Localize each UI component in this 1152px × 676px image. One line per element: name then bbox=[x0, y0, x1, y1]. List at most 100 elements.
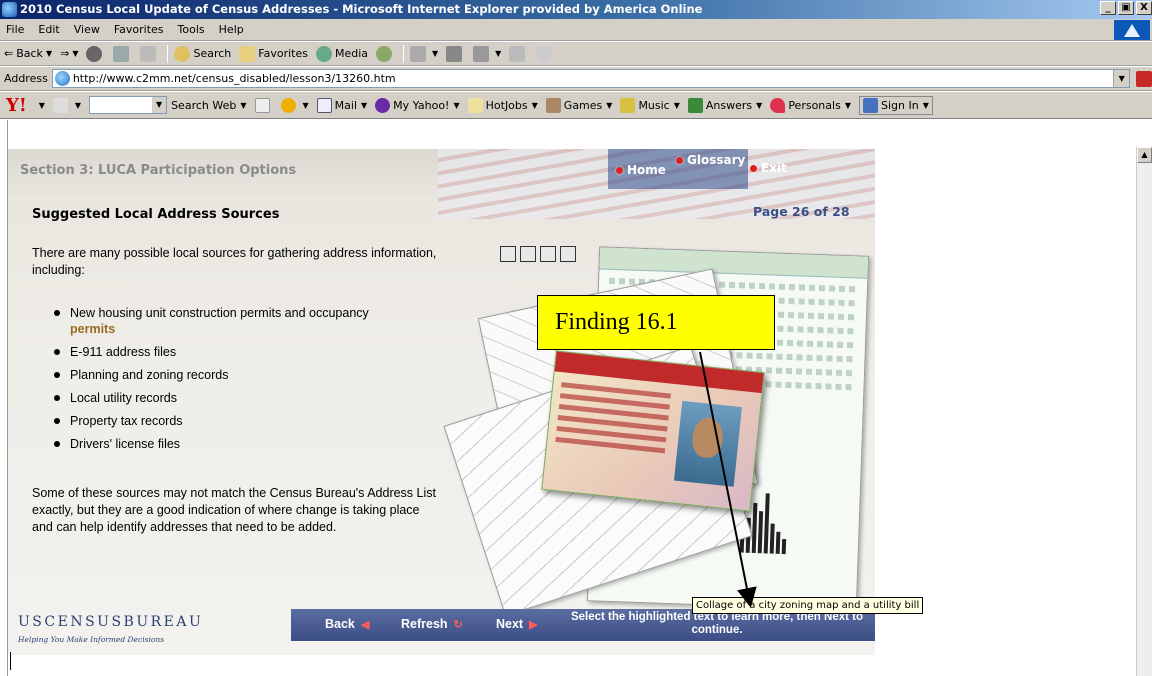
text-cursor bbox=[10, 652, 11, 670]
history-button[interactable] bbox=[376, 45, 395, 62]
personals-button[interactable]: Personals ▼ bbox=[770, 97, 851, 113]
discuss-button[interactable] bbox=[509, 45, 528, 62]
menu-tools[interactable]: Tools bbox=[178, 23, 205, 36]
sign-in-button[interactable]: Sign In ▼ bbox=[858, 95, 933, 115]
next-lesson-button[interactable]: Next ▶ bbox=[496, 617, 538, 631]
forward-button[interactable]: ⇒ ▼ bbox=[60, 47, 78, 60]
history-icon bbox=[376, 45, 393, 62]
acrobat-icon[interactable] bbox=[1136, 70, 1152, 87]
hotjobs-icon bbox=[467, 97, 483, 113]
games-icon bbox=[545, 97, 561, 113]
page-number: Page 26 of 28 bbox=[753, 204, 850, 219]
refresh-button[interactable] bbox=[113, 45, 132, 62]
hotjobs-button[interactable]: HotJobs ▼ bbox=[467, 97, 538, 113]
print-icon[interactable] bbox=[520, 246, 536, 262]
answers-label: Answers bbox=[705, 98, 753, 112]
highlighter-button[interactable]: ▼ bbox=[52, 97, 81, 113]
yahoo-search-input[interactable]: ▼ bbox=[89, 96, 168, 114]
email-icon[interactable] bbox=[540, 246, 556, 262]
pencil-icon bbox=[52, 97, 68, 113]
music-button[interactable]: Music ▼ bbox=[620, 97, 680, 113]
media-button[interactable]: Media bbox=[315, 45, 368, 62]
favorites-button[interactable]: Favorites bbox=[239, 45, 308, 62]
sign-in-label: Sign In bbox=[880, 98, 919, 112]
refresh-icon bbox=[113, 45, 130, 62]
antispy-button[interactable]: ▼ bbox=[280, 97, 309, 113]
menu-bar: File Edit View Favorites Tools Help bbox=[0, 19, 1152, 41]
page-heading: Suggested Local Address Sources bbox=[32, 207, 280, 222]
list-item-text: New housing unit construction permits an… bbox=[70, 306, 369, 320]
search-dropdown-icon[interactable]: ▼ bbox=[152, 97, 167, 113]
back-lesson-button[interactable]: Back ◀ bbox=[325, 617, 369, 631]
lesson-frame: Section 3: LUCA Participation Options Ho… bbox=[8, 149, 875, 655]
drivers-license-image bbox=[541, 350, 765, 512]
vertical-scrollbar[interactable]: ▲ bbox=[1136, 147, 1152, 676]
toolbar-separator bbox=[167, 44, 169, 63]
games-button[interactable]: Games ▼ bbox=[545, 97, 612, 113]
glossary-link[interactable]: Glossary bbox=[676, 153, 745, 167]
search-button[interactable]: Search bbox=[174, 45, 232, 62]
menu-view[interactable]: View bbox=[74, 23, 100, 36]
minimize-button[interactable]: _ bbox=[1100, 1, 1116, 15]
personals-label: Personals bbox=[788, 98, 841, 112]
menu-favorites[interactable]: Favorites bbox=[114, 23, 164, 36]
home-icon bbox=[140, 45, 157, 62]
list-item: Drivers' license files bbox=[52, 436, 452, 452]
list-item: Local utility records bbox=[52, 390, 452, 406]
menu-edit[interactable]: Edit bbox=[38, 23, 59, 36]
highlight-button[interactable] bbox=[254, 97, 273, 113]
scroll-up-icon[interactable]: ▲ bbox=[1137, 147, 1152, 163]
back-arrow-icon: ⇐ bbox=[4, 47, 14, 60]
address-label: Address bbox=[4, 72, 48, 85]
yahoo-menu-button[interactable]: ▼ bbox=[35, 101, 45, 110]
print-button[interactable] bbox=[446, 45, 465, 62]
menu-file[interactable]: File bbox=[6, 23, 24, 36]
save-icon[interactable] bbox=[500, 246, 516, 262]
mail-icon bbox=[316, 97, 332, 113]
answers-button[interactable]: Answers ▼ bbox=[687, 97, 762, 113]
my-yahoo-button[interactable]: My Yahoo! ▼ bbox=[375, 97, 460, 113]
refresh-lesson-button[interactable]: Refresh ↻ bbox=[401, 617, 463, 631]
bullet-icon bbox=[676, 156, 683, 164]
edit-button[interactable]: ▼ bbox=[473, 45, 501, 62]
search-icon bbox=[174, 45, 191, 62]
list-item: Property tax records bbox=[52, 413, 452, 429]
shield-icon bbox=[280, 97, 296, 113]
maximize-button[interactable]: ▣ bbox=[1118, 1, 1134, 15]
exit-link[interactable]: Exit bbox=[750, 161, 787, 175]
search-web-button[interactable]: Search Web ▼ bbox=[171, 99, 246, 112]
mail-toolbar-button[interactable]: ▼ bbox=[410, 45, 438, 62]
folder-icon[interactable] bbox=[560, 246, 576, 262]
stop-icon bbox=[86, 45, 103, 62]
home-label: Home bbox=[627, 163, 666, 177]
yahoo-mail-button[interactable]: Mail ▼ bbox=[316, 97, 367, 113]
stop-button[interactable] bbox=[86, 45, 105, 62]
back-lesson-label: Back bbox=[325, 617, 355, 631]
home-button[interactable] bbox=[140, 45, 159, 62]
finding-label: Finding 16.1 bbox=[537, 295, 775, 350]
permits-link[interactable]: permits bbox=[70, 321, 452, 337]
menu-help[interactable]: Help bbox=[219, 23, 244, 36]
home-link[interactable]: Home bbox=[616, 163, 666, 177]
page-viewport: Section 3: LUCA Participation Options Ho… bbox=[0, 120, 1152, 676]
messenger-button[interactable] bbox=[536, 45, 555, 62]
address-input[interactable]: http://www.c2mm.net/census_disabled/less… bbox=[51, 69, 1131, 88]
page-left-edge bbox=[0, 120, 8, 676]
close-button[interactable]: X bbox=[1136, 1, 1152, 15]
bullet-icon bbox=[616, 166, 623, 174]
sources-list: New housing unit construction permits an… bbox=[52, 305, 452, 459]
favorites-label: Favorites bbox=[258, 47, 308, 60]
search-label: Search bbox=[193, 47, 232, 60]
address-dropdown-icon[interactable]: ▼ bbox=[1113, 70, 1130, 87]
standard-toolbar: ⇐ Back ▼ ⇒ ▼ Search Favorites Media ▼ ▼ bbox=[0, 42, 1152, 66]
refresh-lesson-label: Refresh bbox=[401, 617, 448, 631]
section-title: Section 3: LUCA Participation Options bbox=[20, 163, 297, 178]
glossary-label: Glossary bbox=[687, 153, 746, 167]
back-button[interactable]: ⇐ Back ▼ bbox=[4, 47, 52, 60]
explanation-paragraph: Some of these sources may not match the … bbox=[32, 486, 436, 534]
ie-app-icon bbox=[2, 2, 17, 17]
discuss-icon bbox=[509, 45, 526, 62]
next-lesson-label: Next bbox=[496, 617, 524, 631]
hotjobs-label: HotJobs bbox=[485, 98, 528, 112]
yahoo-logo[interactable]: Y! bbox=[6, 95, 27, 116]
